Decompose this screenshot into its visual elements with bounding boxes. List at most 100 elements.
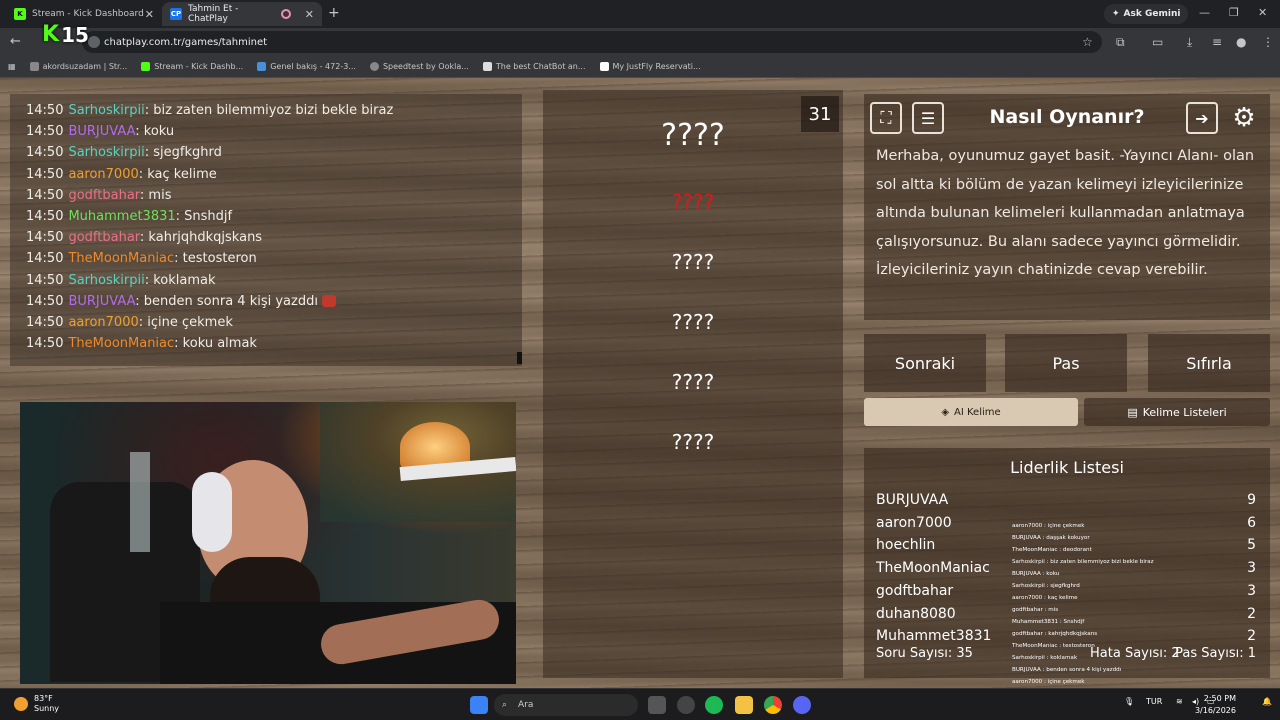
weather-temp: 83°F: [34, 694, 53, 703]
chat-text: : testosteron: [174, 251, 257, 267]
search-placeholder: Ara: [518, 700, 534, 710]
chat-username[interactable]: aaron7000: [68, 167, 138, 182]
ask-gemini-button[interactable]: ✦ Ask Gemini: [1104, 4, 1189, 24]
profile-avatar[interactable]: ●: [1236, 35, 1246, 49]
settings-gear-icon[interactable]: ⚙: [1228, 102, 1260, 134]
window-close-icon[interactable]: ✕: [1258, 6, 1267, 19]
chat-username[interactable]: BURJUVAA: [68, 124, 135, 139]
back-icon[interactable]: ←: [10, 34, 21, 49]
new-tab-button[interactable]: +: [328, 5, 340, 21]
overlay-chat-line: TheMoonManiac : deodorant: [1012, 547, 1092, 553]
discord-icon[interactable]: [793, 696, 811, 714]
chat-text: : benden sonra 4 kişi yazddı: [135, 293, 318, 309]
overlay-chat-line: Sarhoskirpii : sjegfkghrd: [1012, 583, 1080, 589]
media-icon[interactable]: ≡: [1212, 35, 1222, 49]
wifi-icon[interactable]: ≋: [1176, 697, 1183, 706]
bookmark-item[interactable]: Stream - Kick Dashb...: [141, 62, 243, 71]
player-score: 5: [1247, 537, 1256, 554]
apps-icon[interactable]: ▦: [8, 62, 16, 71]
chat-username[interactable]: godftbahar: [68, 188, 139, 203]
chat-message: 14:50 BURJUVAA: benden sonra 4 kişi yazdd…: [26, 291, 522, 312]
language-indicator[interactable]: TUR: [1146, 697, 1162, 706]
question-count: Soru Sayısı: 35: [876, 646, 973, 661]
leaderboard-row: BURJUVAA 9: [876, 492, 1256, 508]
player-score: 3: [1247, 582, 1256, 599]
chat-text: : koklamak: [144, 272, 216, 288]
stream-chat-panel: 14:50 Sarhoskirpii: biz zaten bilemmiyoz …: [10, 94, 522, 366]
chat-text: : sjegfkghrd: [144, 145, 222, 161]
chat-username[interactable]: Sarhoskirpii: [68, 273, 144, 288]
word-card: 31 ???? ????????????????????: [543, 90, 843, 678]
chatplay-icon: CP: [170, 8, 182, 20]
system-clock[interactable]: 2:50 PM 3/16/2026: [1195, 693, 1236, 717]
kick-icon: [141, 62, 151, 71]
next-button[interactable]: Sonraki: [864, 334, 986, 392]
task-view-icon[interactable]: [648, 696, 666, 714]
tab-chatplay[interactable]: CP Tahmin Et - ChatPlay ✕: [162, 2, 322, 26]
stream-chat-overlay: aaron7000 : içine çekmek BURJUVAA : daşşa…: [1012, 520, 1190, 704]
address-bar[interactable]: chatplay.com.tr/games/tahminet: [82, 31, 1102, 53]
chat-time: 14:50: [26, 145, 64, 161]
file-explorer-icon[interactable]: [735, 696, 753, 714]
player-score: 2: [1247, 628, 1256, 645]
menu-icon[interactable]: ⋮: [1262, 35, 1274, 49]
download-icon[interactable]: ⤓: [1187, 35, 1192, 50]
chat-username[interactable]: Sarhoskirpii: [68, 103, 144, 118]
obs-icon[interactable]: [677, 696, 695, 714]
overlay-chat-line: Sarhoskirpii : koklamak: [1012, 655, 1078, 661]
notification-icon[interactable]: 🔔: [1262, 697, 1272, 706]
reset-button[interactable]: Sıfırla: [1148, 334, 1270, 392]
chat-username[interactable]: Muhammet3831: [68, 209, 175, 224]
bookmark-item[interactable]: The best ChatBot an...: [482, 62, 586, 71]
bookmark-item[interactable]: Genel bakış - 472-3...: [257, 62, 356, 71]
chat-username[interactable]: BURJUVAA: [68, 294, 135, 309]
logout-icon[interactable]: ➔: [1186, 102, 1218, 134]
extensions-icon[interactable]: ⧉: [1116, 35, 1125, 50]
chat-username[interactable]: godftbahar: [68, 230, 139, 245]
cast-icon[interactable]: ▭: [1152, 35, 1163, 49]
bookmark-item[interactable]: akordsuzadam | Str...: [29, 62, 127, 71]
chat-username[interactable]: aaron7000: [68, 315, 138, 330]
spotify-icon[interactable]: [705, 696, 723, 714]
overlay-chat-line: BURJUVAA : koku: [1012, 571, 1060, 577]
kick-icon: K: [14, 8, 26, 20]
microphone-icon[interactable]: 🎙: [1124, 697, 1134, 706]
site-info-icon[interactable]: [88, 36, 100, 48]
player-score: 3: [1247, 560, 1256, 577]
chat-username[interactable]: Sarhoskirpii: [68, 145, 144, 160]
chrome-icon[interactable]: [764, 696, 782, 714]
windows-taskbar: 83°F Sunny ⌕ Ara 🎙 TUR ≋ ◂) ▭ 2:50 PM 3/…: [0, 688, 1280, 720]
player-score: 9: [1247, 492, 1256, 508]
bookmark-item[interactable]: Speedtest by Ookla...: [369, 62, 469, 71]
clock-time: 2:50 PM: [1203, 694, 1236, 703]
pass-button[interactable]: Pas: [1005, 334, 1127, 392]
minimize-icon[interactable]: —: [1199, 6, 1210, 19]
bookmark-item[interactable]: My JustFly Reservati...: [599, 62, 701, 71]
ask-gemini-label: Ask Gemini: [1123, 9, 1181, 19]
chat-username[interactable]: TheMoonManiac: [68, 336, 174, 351]
kick-logo-icon: K: [42, 22, 60, 47]
overlay-chat-line: godftbahar : mis: [1012, 607, 1059, 613]
chat-scrollbar[interactable]: [517, 352, 522, 364]
chat-time: 14:50: [26, 124, 64, 140]
close-tab-icon[interactable]: ✕: [145, 8, 154, 21]
maximize-icon[interactable]: ❐: [1229, 6, 1239, 19]
bookmark-star-icon[interactable]: ☆: [1082, 35, 1093, 49]
player-name: aaron7000: [876, 514, 952, 531]
ai-word-tab[interactable]: ◈ AI Kelime: [864, 398, 1078, 426]
taskbar-search[interactable]: ⌕ Ara: [494, 694, 638, 716]
chat-message: 14:50 Sarhoskirpii: biz zaten bilemmiyoz …: [26, 100, 522, 121]
list-icon: ▤: [1127, 405, 1138, 419]
chat-username[interactable]: TheMoonManiac: [68, 251, 174, 266]
chat-time: 14:50: [26, 251, 64, 267]
player-name: TheMoonManiac: [876, 560, 990, 577]
windows-start-icon[interactable]: [470, 696, 488, 714]
close-tab-icon[interactable]: ✕: [305, 8, 314, 21]
player-score: 6: [1247, 514, 1256, 531]
streamer-webcam: [20, 402, 516, 684]
word-lists-tab[interactable]: ▤ Kelime Listeleri: [1084, 398, 1270, 426]
chat-text: : koku almak: [174, 336, 257, 352]
player-score: 2: [1247, 605, 1256, 622]
bookmark-label: Genel bakış - 472-3...: [270, 62, 356, 71]
weather-widget[interactable]: 83°F Sunny: [14, 694, 59, 714]
